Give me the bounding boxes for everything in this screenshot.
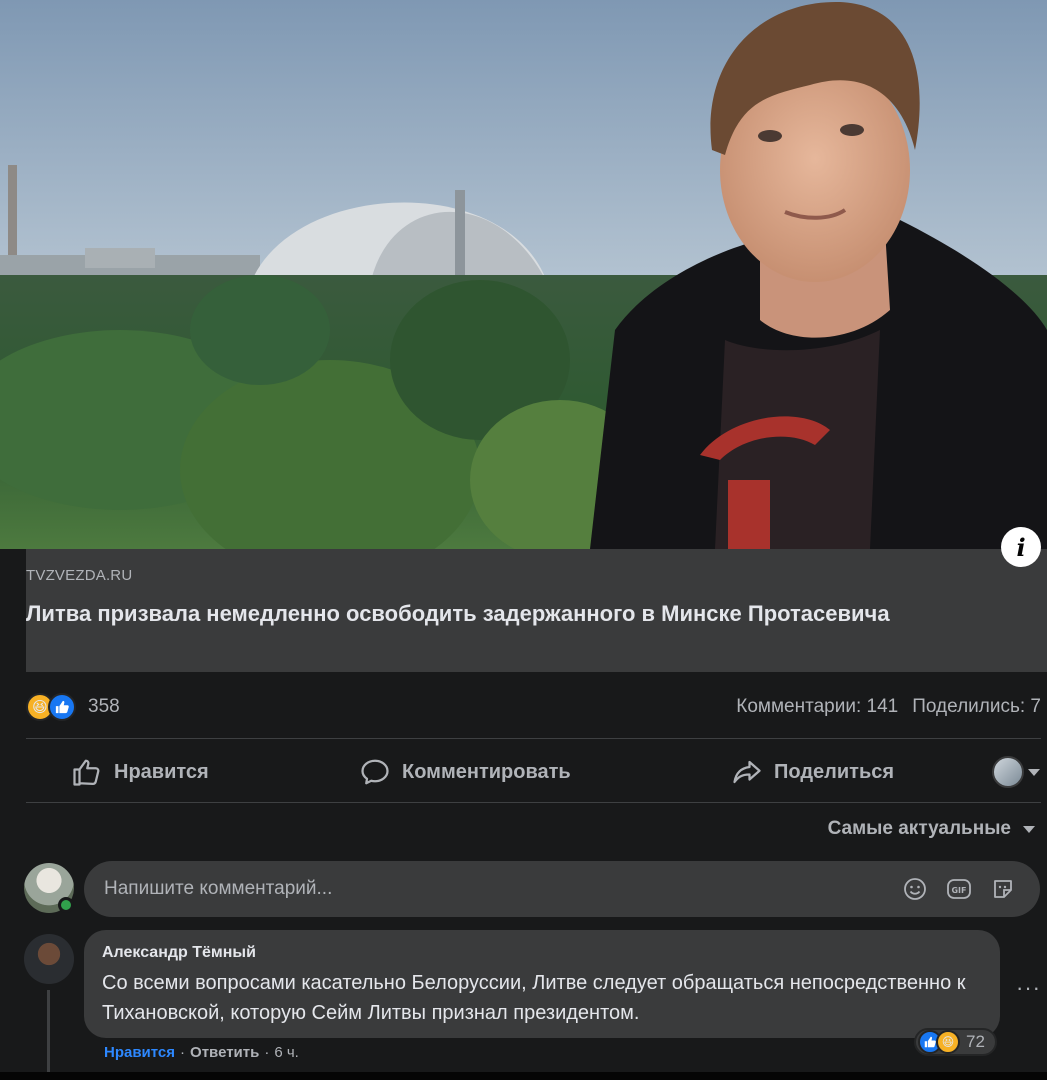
comment-reply-button[interactable]: Ответить xyxy=(190,1044,259,1061)
divider xyxy=(26,738,1041,739)
comment-reaction-count: 72 xyxy=(966,1032,985,1051)
chevron-down-icon xyxy=(1028,768,1040,776)
link-preview-image[interactable] xyxy=(0,0,1047,549)
link-preview-card[interactable]: TVZVEZDA.RU Литва призвала немедленно ос… xyxy=(26,549,1047,672)
shares-count[interactable]: Поделились: 7 xyxy=(912,696,1041,718)
reaction-count[interactable]: 358 xyxy=(88,696,120,718)
bottom-edge xyxy=(0,1072,1047,1080)
comment-timestamp[interactable]: 6 ч. xyxy=(274,1044,299,1061)
online-status-dot xyxy=(58,897,74,913)
share-button[interactable]: Поделиться xyxy=(732,744,894,800)
thread-line xyxy=(47,990,50,1080)
comment-actions: Нравится · Ответить · 6 ч. xyxy=(104,1044,299,1061)
more-icon[interactable]: ··· xyxy=(1016,975,1041,1001)
reaction-as-selector[interactable] xyxy=(992,756,1040,788)
comment-author-avatar[interactable] xyxy=(24,934,74,984)
share-button-label: Поделиться xyxy=(774,760,895,783)
sticker-icon[interactable] xyxy=(988,874,1018,904)
like-button[interactable]: Нравится xyxy=(72,744,209,800)
chevron-down-icon xyxy=(1023,825,1035,833)
comment-button-label: Комментировать xyxy=(402,760,571,783)
chernobyl-photo xyxy=(0,0,1047,549)
comment-sort-dropdown[interactable]: Самые актуальные xyxy=(828,818,1035,840)
thumb-up-icon xyxy=(73,759,100,786)
like-button-label: Нравится xyxy=(114,760,209,783)
comment-input[interactable] xyxy=(104,878,900,900)
share-icon xyxy=(733,760,761,784)
comment-icon xyxy=(361,759,389,785)
svg-text:GIF: GIF xyxy=(951,886,966,895)
haha-reaction-icon: 😆 xyxy=(936,1030,960,1054)
reaction-icons[interactable]: 😆 xyxy=(26,693,76,721)
comment-bubble: Александр Тёмный Со всеми вопросами каса… xyxy=(84,930,1000,1038)
comments-count[interactable]: Комментарии: 141 xyxy=(736,696,898,718)
avatar xyxy=(992,756,1024,788)
like-reaction-icon xyxy=(48,693,76,721)
emoji-icon[interactable] xyxy=(900,874,930,904)
comment-composer[interactable]: GIF xyxy=(84,861,1040,917)
comment-reactions[interactable]: 😆 72 xyxy=(914,1028,997,1056)
comment-button[interactable]: Комментировать xyxy=(360,744,571,800)
link-title[interactable]: Литва призвала немедленно освободить зад… xyxy=(26,598,926,630)
post-action-bar: Нравится Комментировать Поделиться xyxy=(26,744,1047,800)
gif-icon[interactable]: GIF xyxy=(944,874,974,904)
comment-like-button[interactable]: Нравится xyxy=(104,1044,175,1061)
info-icon[interactable]: i xyxy=(1001,527,1041,567)
sort-label: Самые актуальные xyxy=(827,818,1011,839)
link-domain: TVZVEZDA.RU xyxy=(26,567,133,584)
comment-author[interactable]: Александр Тёмный xyxy=(102,944,982,962)
divider xyxy=(26,802,1041,803)
comment-text: Со всеми вопросами касательно Белоруссии… xyxy=(102,972,966,1024)
reactions-summary: 😆 358 Комментарии: 141 Поделились: 7 xyxy=(26,690,1041,724)
